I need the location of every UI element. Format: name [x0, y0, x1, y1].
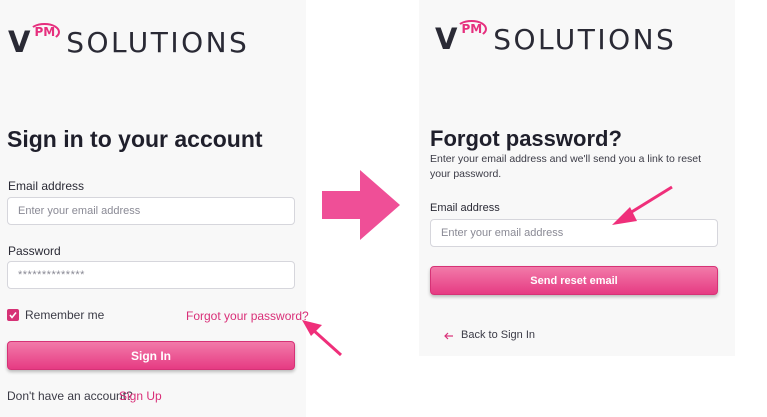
- send-reset-button[interactable]: Send reset email: [430, 266, 718, 295]
- logo: V PM SOLUTIONS: [435, 20, 677, 56]
- no-account-text: Don't have an account?: [7, 389, 133, 403]
- back-link[interactable]: Back to Sign In: [444, 329, 564, 343]
- signin-panel: V PM SOLUTIONS Sign in to your account E…: [0, 0, 309, 417]
- description-line-2: your password.: [430, 168, 502, 180]
- signup-link[interactable]: Sign Up: [119, 389, 162, 403]
- remember-label: Remember me: [25, 308, 105, 322]
- page-title: Sign in to your account: [7, 126, 263, 152]
- forgot-panel: V PM SOLUTIONS Forgot password? Enter yo…: [419, 0, 735, 356]
- logo-pm: PM: [456, 20, 488, 38]
- description-line-1: Enter your email address and we'll send …: [430, 153, 702, 165]
- forgot-password-link[interactable]: Forgot your password?: [186, 309, 309, 323]
- logo-pm: PM: [29, 23, 61, 41]
- page-title: Forgot password?: [430, 126, 622, 151]
- logo-v: V: [435, 22, 458, 56]
- email-label: Email address: [8, 179, 85, 193]
- password-input[interactable]: **************: [7, 261, 295, 289]
- logo: V PM SOLUTIONS: [8, 23, 250, 59]
- email-input[interactable]: Enter your email address: [7, 197, 295, 225]
- check-icon: [9, 312, 17, 319]
- logo-v: V: [8, 25, 31, 59]
- email-label: Email address: [430, 202, 500, 214]
- password-label: Password: [8, 244, 61, 258]
- back-link-label: Back to Sign In: [461, 329, 535, 341]
- arrow-left-icon: [444, 332, 453, 340]
- email-input[interactable]: Enter your email address: [430, 219, 718, 247]
- logo-word: SOLUTIONS: [66, 26, 250, 59]
- logo-word: SOLUTIONS: [493, 23, 677, 56]
- signin-button[interactable]: Sign In: [7, 341, 295, 370]
- remember-checkbox[interactable]: [7, 309, 19, 321]
